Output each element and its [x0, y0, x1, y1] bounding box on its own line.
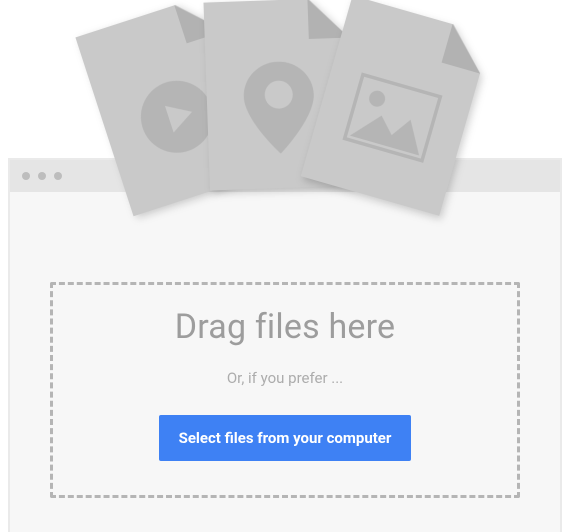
window-titlebar — [10, 160, 560, 192]
upload-illustration: Drag files here Or, if you prefer ... Se… — [0, 0, 570, 532]
window-dot-icon — [54, 172, 62, 180]
select-files-button[interactable]: Select files from your computer — [159, 415, 412, 461]
image-icon — [342, 73, 442, 163]
file-dropzone[interactable]: Drag files here Or, if you prefer ... Se… — [50, 282, 520, 498]
location-pin-icon — [243, 61, 316, 155]
play-icon — [129, 69, 225, 165]
window-dot-icon — [38, 172, 46, 180]
dropzone-heading: Drag files here — [175, 307, 396, 347]
window-dot-icon — [22, 172, 30, 180]
dropzone-subtext: Or, if you prefer ... — [227, 369, 343, 387]
